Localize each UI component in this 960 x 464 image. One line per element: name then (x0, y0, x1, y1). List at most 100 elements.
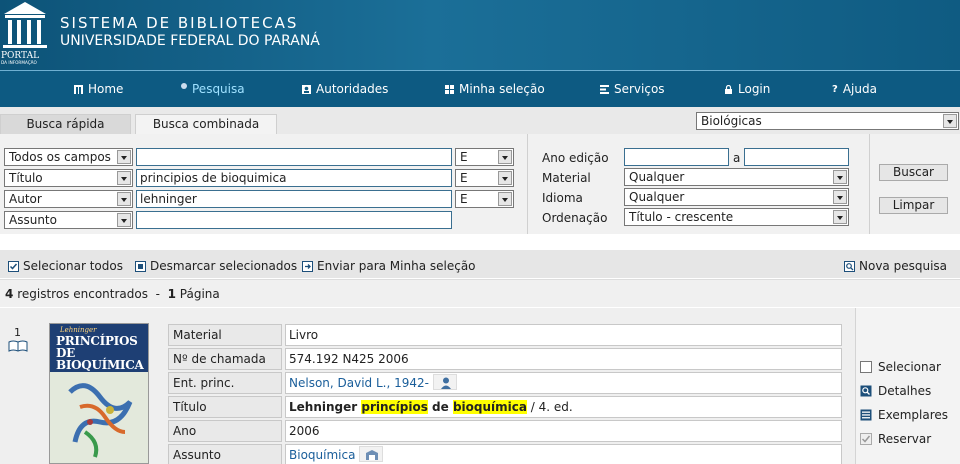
detail-value: Lehninger princípios de bioquímica / 4. … (285, 396, 842, 418)
title-part: Lehninger (289, 400, 358, 414)
chevron-down-icon (833, 170, 847, 184)
open-book-icon[interactable] (8, 340, 28, 352)
field-select-2-value: Título (9, 171, 43, 185)
search-input-2[interactable]: principios de bioquimica (136, 169, 452, 187)
checkbox-icon (860, 361, 872, 373)
details-label: Detalhes (878, 384, 932, 398)
search-input-4[interactable] (136, 211, 452, 229)
detail-label: Ano (168, 420, 282, 442)
idioma-select-value: Qualquer (629, 190, 685, 204)
detail-label: Título (168, 396, 282, 418)
field-select-2[interactable]: Título (4, 169, 133, 187)
deselect-button[interactable]: Desmarcar selecionados (135, 259, 297, 273)
field-select-1[interactable]: Todos os campos (4, 148, 133, 166)
book-cover-image[interactable]: Lehninger PRINCÍPIOS DE BIOQUÍMICA (49, 323, 149, 464)
nav-home[interactable]: Home (74, 82, 123, 96)
results-count: 4 registros encontrados - 1 Página (5, 287, 220, 301)
chevron-down-icon (833, 210, 847, 224)
new-search-label: Nova pesquisa (859, 259, 948, 273)
cover-brand: Lehninger (60, 326, 97, 334)
ano-from-input[interactable] (624, 148, 729, 166)
ano-label: Ano edição (542, 151, 609, 165)
ordenacao-select-value: Título - crescente (629, 210, 734, 224)
operator-select-2[interactable]: E (455, 169, 514, 187)
checkbox-empty-icon (135, 260, 146, 272)
limpar-button[interactable]: Limpar (879, 197, 948, 214)
cover-title: PRINCÍPIOS DE BIOQUÍMICA (56, 335, 148, 371)
results-toolbar: Selecionar todos Desmarcar selecionados … (0, 250, 960, 278)
detail-row-assunto: Assunto Bioquímica (168, 444, 844, 464)
select-all-button[interactable]: Selecionar todos (8, 259, 123, 273)
send-selection-label: Enviar para Minha seleção (317, 259, 476, 273)
detail-row-autor: Ent. princ. Nelson, David L., 1942- (168, 372, 844, 394)
chevron-down-icon (117, 213, 131, 227)
chevron-down-icon (117, 171, 131, 185)
detail-value: Livro (285, 324, 842, 346)
author-link[interactable]: Nelson, David L., 1942- (289, 376, 429, 390)
operator-select-2-value: E (460, 171, 468, 185)
form-divider (527, 134, 528, 234)
field-select-3[interactable]: Autor (4, 190, 133, 208)
results-pages-text: Página (179, 287, 220, 301)
dot-icon (181, 83, 187, 89)
person-card-icon (302, 84, 311, 94)
detail-value: Bioquímica (285, 444, 842, 464)
new-search-button[interactable]: Nova pesquisa (844, 259, 947, 273)
person-icon[interactable] (432, 374, 457, 390)
nav-minha-selecao[interactable]: Minha seleção (445, 82, 545, 96)
subject-link[interactable]: Bioquímica (289, 448, 355, 462)
question-icon: ? (832, 83, 838, 95)
reserve-label: Reservar (878, 432, 932, 446)
field-select-3-value: Autor (9, 192, 42, 206)
nav-minha-selecao-label: Minha seleção (459, 82, 545, 96)
list-icon (860, 409, 872, 421)
search-input-1[interactable] (136, 148, 452, 166)
send-selection-button[interactable]: Enviar para Minha seleção (302, 259, 476, 273)
detail-value: 574.192 N425 2006 (285, 348, 842, 370)
reserve-button[interactable]: Reservar (860, 432, 931, 446)
chevron-down-icon (498, 171, 512, 185)
checkbox-checked-icon (8, 260, 19, 272)
exemplares-button[interactable]: Exemplares (860, 408, 948, 422)
title-highlight: princípios (361, 400, 428, 414)
select-record-checkbox[interactable]: Selecionar (860, 360, 941, 374)
portal-logo[interactable]: PORTAL DA INFORMAÇÃO (0, 0, 50, 66)
lock-icon (725, 84, 732, 94)
grid-icon (445, 84, 454, 94)
material-select[interactable]: Qualquer (624, 168, 849, 186)
library-select[interactable]: Biológicas (696, 112, 959, 130)
library-select-value: Biológicas (701, 114, 762, 128)
select-all-label: Selecionar todos (23, 259, 123, 273)
checkbox-disabled-icon (860, 433, 872, 445)
buscar-button[interactable]: Buscar (879, 164, 948, 181)
operator-select-1[interactable]: E (455, 148, 514, 166)
operator-select-3[interactable]: E (455, 190, 514, 208)
field-select-1-value: Todos os campos (9, 150, 111, 164)
ano-separator: a (733, 151, 741, 165)
tab-busca-combinada[interactable]: Busca combinada (135, 114, 277, 134)
ordenacao-select[interactable]: Título - crescente (624, 208, 849, 226)
ordenacao-label: Ordenação (542, 211, 608, 225)
nav-autoridades-label: Autoridades (316, 82, 389, 96)
idioma-select[interactable]: Qualquer (624, 188, 849, 206)
nav-servicos[interactable]: Serviços (600, 82, 665, 96)
nav-login-label: Login (738, 82, 771, 96)
nav-autoridades[interactable]: Autoridades (302, 82, 388, 96)
ano-to-input[interactable] (744, 148, 849, 166)
nav-pesquisa[interactable]: Pesquisa (181, 82, 245, 96)
tab-busca-rapida[interactable]: Busca rápida (0, 114, 131, 134)
details-button[interactable]: Detalhes (860, 384, 931, 398)
university-title: UNIVERSIDADE FEDERAL DO PARANÁ (60, 33, 320, 49)
nav-ajuda[interactable]: ? Ajuda (832, 82, 877, 96)
detail-row-material: Material Livro (168, 324, 844, 346)
results-count-bar: 4 registros encontrados - 1 Página (0, 279, 960, 307)
operator-select-3-value: E (460, 192, 468, 206)
search-input-3[interactable]: lehninger (136, 190, 452, 208)
nav-login[interactable]: Login (724, 82, 770, 96)
field-select-4[interactable]: Assunto (4, 211, 133, 229)
subject-icon[interactable] (359, 446, 384, 462)
idioma-label: Idioma (542, 191, 583, 205)
chevron-down-icon (498, 150, 512, 164)
detail-value: 2006 (285, 420, 842, 442)
nav-servicos-label: Serviços (614, 82, 665, 96)
